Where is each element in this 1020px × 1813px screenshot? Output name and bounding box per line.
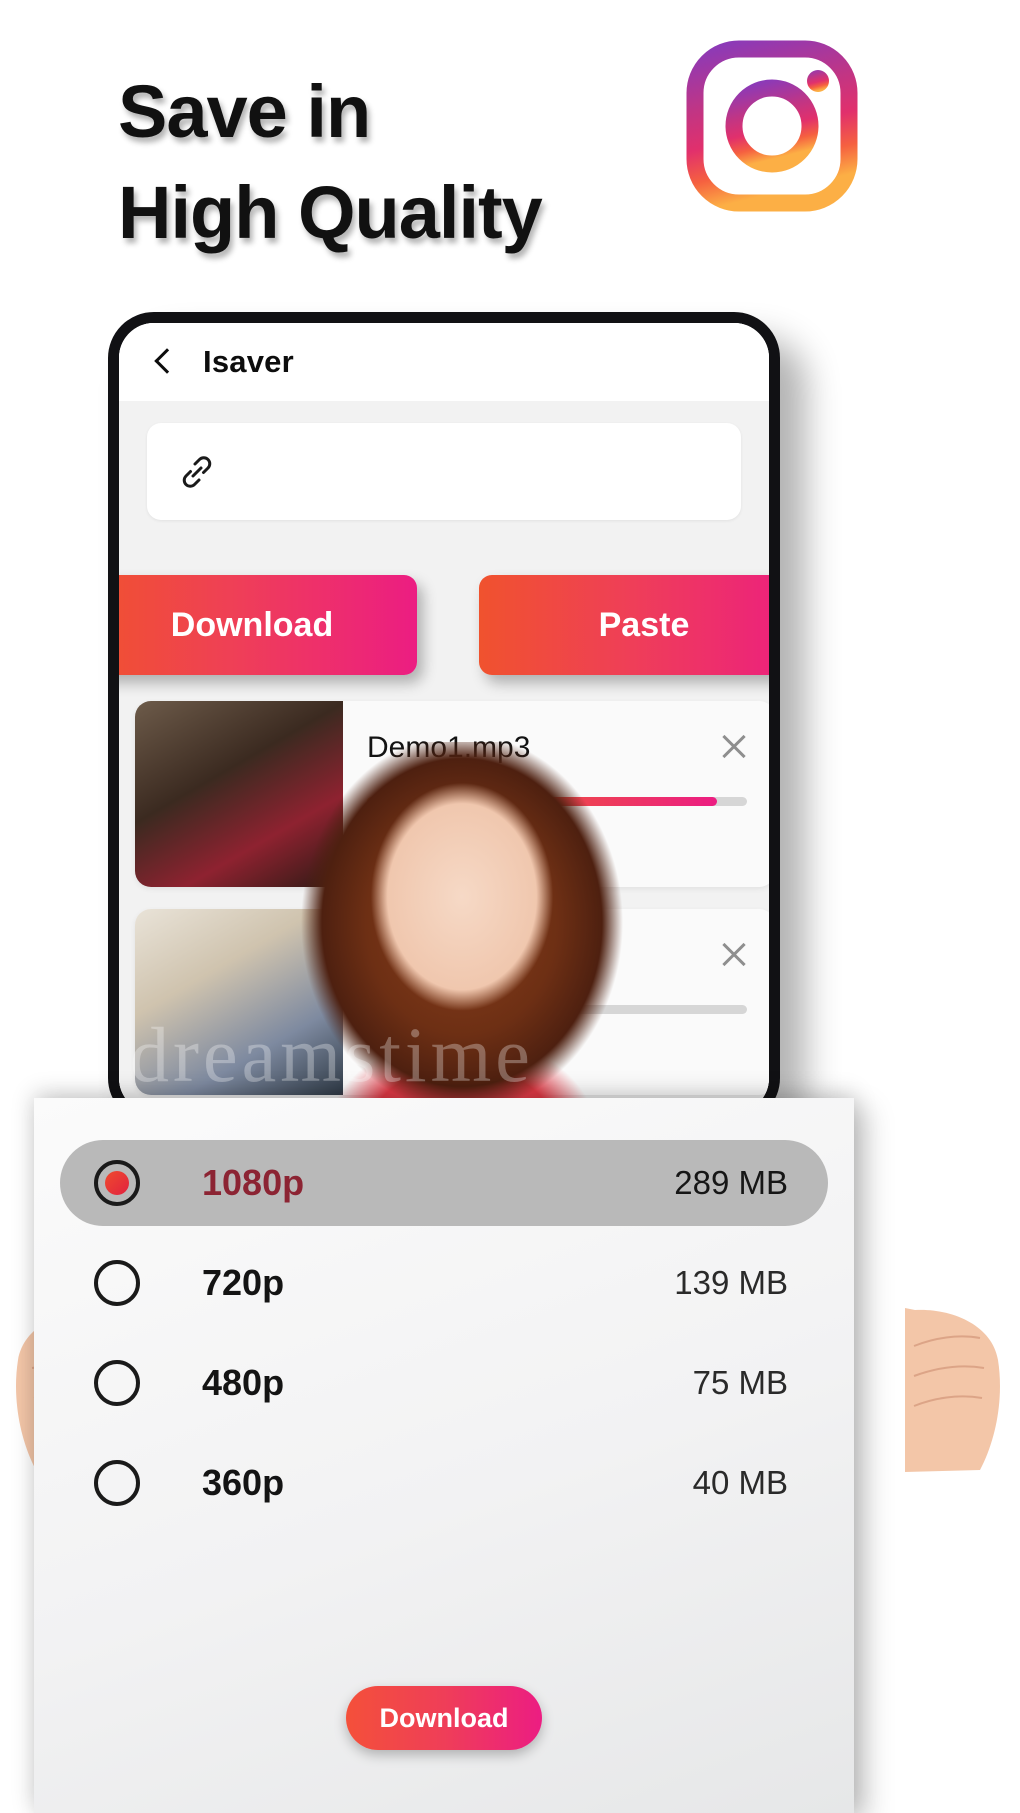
- quality-label: 720p: [202, 1262, 285, 1303]
- page-title: Save in High Quality: [118, 62, 718, 263]
- close-icon[interactable]: [719, 731, 749, 761]
- radio-button[interactable]: [94, 1160, 140, 1206]
- close-icon[interactable]: [719, 939, 749, 969]
- chevron-left-icon[interactable]: [149, 349, 175, 375]
- instagram-logo-icon: [682, 36, 862, 216]
- quality-size: 289 MB: [674, 1164, 788, 1201]
- quality-selection-card: 1080p 289 MB 720p 139 MB 480p 75 MB 360p…: [34, 1098, 854, 1813]
- url-input[interactable]: [147, 423, 741, 520]
- headline-line-1: Save in: [118, 70, 371, 153]
- action-button-row: Download Paste: [119, 575, 769, 675]
- radio-button[interactable]: [94, 1260, 140, 1306]
- quality-size: 75 MB: [692, 1364, 788, 1401]
- quality-label: 480p: [202, 1362, 285, 1403]
- hand-right: [905, 1290, 1010, 1490]
- quality-size: 40 MB: [692, 1464, 788, 1501]
- card-download-button[interactable]: Download: [346, 1686, 542, 1750]
- headline-line-2: High Quality: [118, 170, 543, 254]
- quality-option-360p[interactable]: 360p 40 MB: [60, 1440, 828, 1526]
- quality-label: 1080p: [202, 1162, 305, 1203]
- quality-option-1080p[interactable]: 1080p 289 MB: [60, 1140, 828, 1226]
- radio-button[interactable]: [94, 1460, 140, 1506]
- quality-size: 139 MB: [674, 1264, 788, 1301]
- app-title: Isaver: [203, 344, 294, 379]
- quality-label: 360p: [202, 1462, 285, 1503]
- quality-options-list: 1080p 289 MB 720p 139 MB 480p 75 MB 360p…: [34, 1098, 854, 1526]
- quality-option-720p[interactable]: 720p 139 MB: [60, 1240, 828, 1326]
- download-button[interactable]: Download: [119, 575, 417, 675]
- quality-option-480p[interactable]: 480p 75 MB: [60, 1340, 828, 1426]
- link-icon: [177, 452, 217, 492]
- app-bar: Isaver: [119, 323, 769, 401]
- radio-button[interactable]: [94, 1360, 140, 1406]
- paste-button[interactable]: Paste: [479, 575, 769, 675]
